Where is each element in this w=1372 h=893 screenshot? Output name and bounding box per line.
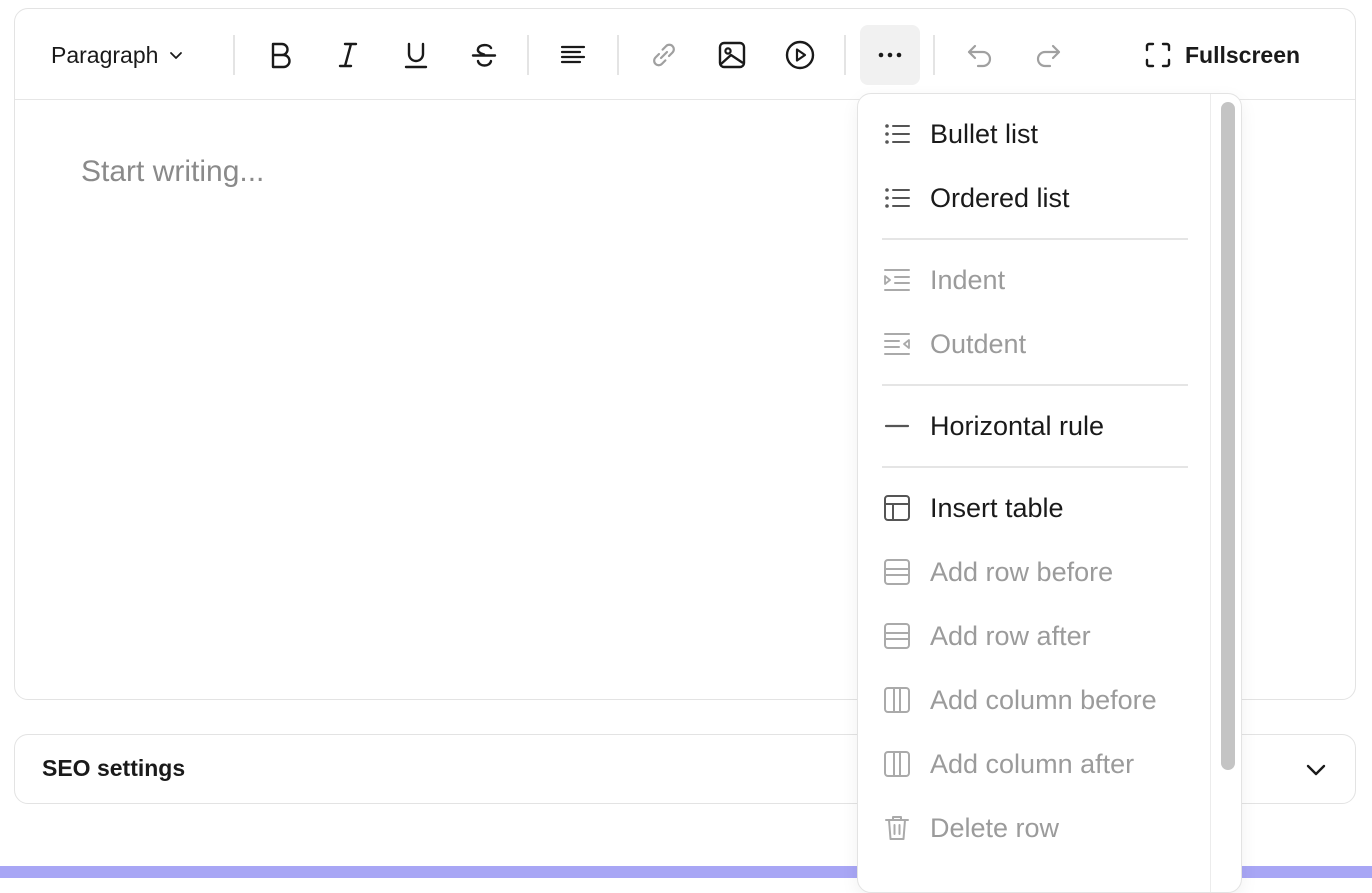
column-icon <box>882 749 912 779</box>
align-button[interactable] <box>543 25 603 85</box>
toolbar-divider <box>844 35 846 75</box>
menu-item-ordered-list[interactable]: Ordered list <box>882 170 1202 226</box>
menu-item-label: Outdent <box>930 328 1027 359</box>
horizontal-rule-icon <box>882 411 912 441</box>
image-button[interactable] <box>702 25 762 85</box>
menu-item-bullet-list[interactable]: Bullet list <box>882 106 1202 162</box>
align-left-icon <box>558 40 588 70</box>
video-button[interactable] <box>770 25 830 85</box>
menu-item-add-column-after[interactable]: Add column after <box>882 736 1202 792</box>
more-horizontal-icon <box>875 40 905 70</box>
image-icon <box>716 39 748 71</box>
undo-button[interactable] <box>950 25 1010 85</box>
menu-item-label: Insert table <box>930 492 1064 523</box>
indent-icon <box>882 265 912 295</box>
menu-item-add-row-after[interactable]: Add row after <box>882 608 1202 664</box>
italic-button[interactable] <box>318 25 378 85</box>
fullscreen-label: Fullscreen <box>1185 41 1301 68</box>
menu-item-label: Delete row <box>930 812 1060 843</box>
menu-divider <box>882 466 1188 468</box>
menu-divider <box>882 384 1188 386</box>
toolbar-divider <box>933 35 935 75</box>
menu-item-label: Ordered list <box>930 182 1070 213</box>
ordered-list-icon <box>882 183 912 213</box>
row-icon <box>882 621 912 651</box>
fullscreen-icon <box>1143 40 1173 70</box>
toolbar-divider <box>527 35 529 75</box>
toolbar-divider <box>617 35 619 75</box>
menu-divider <box>882 238 1188 240</box>
trash-icon <box>882 813 912 843</box>
menu-item-label: Add column before <box>930 684 1157 715</box>
menu-item-delete-row[interactable]: Delete row <box>882 800 1202 856</box>
block-type-select[interactable]: Paragraph <box>51 25 184 85</box>
menu-item-label: Add row before <box>930 556 1114 587</box>
more-options-menu: Bullet list Ordered list Indent Outdent … <box>857 93 1242 893</box>
seo-settings-label: SEO settings <box>42 755 186 781</box>
menu-item-label: Bullet list <box>930 118 1039 149</box>
menu-scrollbar-thumb[interactable] <box>1221 102 1235 770</box>
underline-icon <box>401 40 431 70</box>
menu-item-label: Add column after <box>930 748 1135 779</box>
undo-icon <box>964 39 996 71</box>
menu-item-insert-table[interactable]: Insert table <box>882 480 1202 536</box>
menu-item-indent[interactable]: Indent <box>882 252 1202 308</box>
strikethrough-icon <box>469 40 499 70</box>
outdent-icon <box>882 329 912 359</box>
bullet-list-icon <box>882 119 912 149</box>
column-icon <box>882 685 912 715</box>
row-icon <box>882 557 912 587</box>
underline-button[interactable] <box>386 25 446 85</box>
menu-item-label: Indent <box>930 264 1006 295</box>
chevron-down-icon <box>1303 757 1329 783</box>
bold-icon <box>265 40 295 70</box>
strikethrough-button[interactable] <box>454 25 514 85</box>
toolbar-divider <box>233 35 235 75</box>
menu-item-add-row-before[interactable]: Add row before <box>882 544 1202 600</box>
play-circle-icon <box>783 38 817 72</box>
link-button[interactable] <box>634 25 694 85</box>
link-icon <box>648 39 680 71</box>
menu-scrollbar[interactable] <box>1210 94 1241 892</box>
menu-item-add-column-before[interactable]: Add column before <box>882 672 1202 728</box>
editor-placeholder: Start writing... <box>81 155 265 188</box>
fullscreen-button[interactable]: Fullscreen <box>1143 25 1300 85</box>
block-type-label: Paragraph <box>51 41 159 68</box>
editor-content-area[interactable]: Start writing... <box>81 155 264 189</box>
redo-icon <box>1032 39 1064 71</box>
menu-item-label: Add row after <box>930 620 1091 651</box>
menu-item-outdent[interactable]: Outdent <box>882 316 1202 372</box>
editor-toolbar: Paragraph Fullscreen <box>15 9 1355 100</box>
bold-button[interactable] <box>250 25 310 85</box>
menu-item-horizontal-rule[interactable]: Horizontal rule <box>882 398 1202 454</box>
table-icon <box>882 493 912 523</box>
italic-icon <box>333 40 363 70</box>
menu-item-label: Horizontal rule <box>930 410 1105 441</box>
more-options-button[interactable] <box>860 25 920 85</box>
redo-button[interactable] <box>1018 25 1078 85</box>
chevron-down-icon <box>168 47 184 63</box>
